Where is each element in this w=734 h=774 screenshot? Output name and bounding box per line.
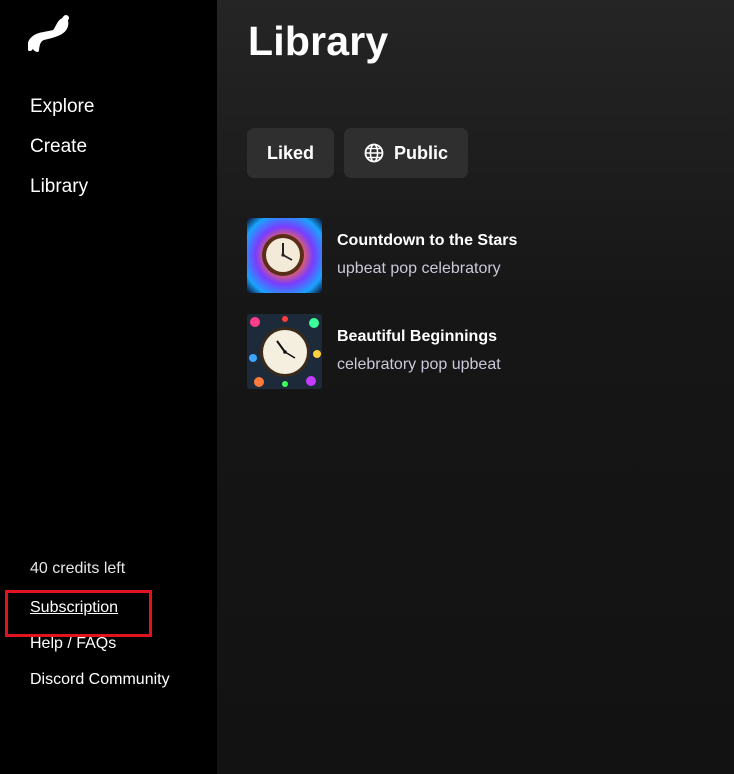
song-item[interactable]: Countdown to the Stars upbeat pop celebr… [247,218,707,293]
public-filter-label: Public [394,142,449,163]
song-title[interactable]: Countdown to the Stars [337,232,517,250]
credits-left: 40 credits left [30,560,126,577]
song-tags: celebratory pop upbeat [337,356,501,373]
song-tags: upbeat pop celebratory [337,260,501,277]
logo-icon[interactable] [28,14,70,54]
filter-bar: Liked Public [247,128,469,178]
song-cover-clock-image [247,218,322,293]
liked-filter-button[interactable]: Liked [247,128,335,178]
song-cover-clock-image [247,314,322,389]
nav-explore[interactable]: Explore [30,94,94,120]
discord-community-link[interactable]: Discord Community [30,671,170,689]
app: Explore Create Library 40 credits left S… [0,0,734,774]
main-content: Library Liked Public Countdown to the St… [217,0,734,774]
globe-icon [364,143,384,163]
highlight-box [5,590,152,637]
nav-library[interactable]: Library [30,174,94,200]
song-item[interactable]: Beautiful Beginnings celebratory pop upb… [247,314,707,389]
public-filter-button[interactable]: Public [344,128,469,178]
help-faqs-link[interactable]: Help / FAQs [30,635,116,653]
liked-filter-label: Liked [267,142,315,163]
avatar[interactable] [15,696,91,749]
song-title[interactable]: Beautiful Beginnings [337,328,497,346]
sidebar-footer: 40 credits left Subscription Help / FAQs… [30,558,170,688]
song-list: Countdown to the Stars upbeat pop celebr… [247,218,707,410]
sidebar-nav: Explore Create Library [30,94,94,214]
nav-create[interactable]: Create [30,134,94,160]
sidebar: Explore Create Library 40 credits left S… [0,0,217,774]
page-title: Library [248,18,389,64]
